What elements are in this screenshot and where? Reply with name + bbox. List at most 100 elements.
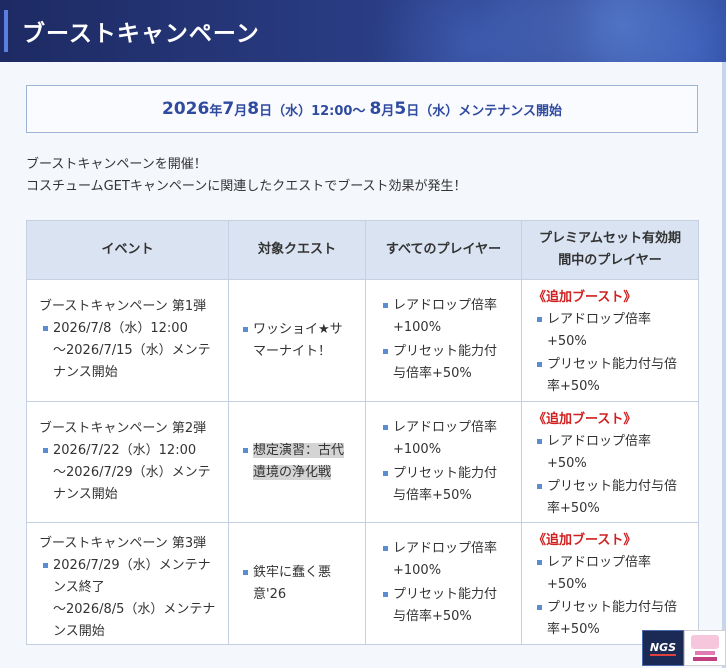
boost-item-line: レアドロップ倍率 <box>393 541 498 556</box>
quest-line: マーナイト！ <box>253 343 332 359</box>
header-accent-bar <box>4 10 8 52</box>
quest-line: ワッショイ★サ <box>253 321 343 337</box>
header-event: イベント <box>26 220 229 280</box>
boost-item: プリセット能力付 与倍率+50% <box>379 463 514 507</box>
header-premium-line: プレミアムセット有効期 <box>538 231 682 246</box>
all-players-cell: レアドロップ倍率 +100% プリセット能力付 与倍率+50% <box>365 401 522 523</box>
premium-cell: 《追加ブースト》 レアドロップ倍率 +50% プリセット能力付与倍 率+50% <box>521 279 699 402</box>
boost-item-line: 与倍率+50% <box>393 488 472 503</box>
content-area: 2026 年 7 月 8 日（水） 12:00～ 8 月 5 日（水） メンテナンス開始 ブーストキャ… <box>0 62 726 668</box>
ngs-logo: NGS <box>642 630 684 666</box>
header-decoration <box>306 0 726 62</box>
page-title: ブーストキャンペーン <box>22 21 260 47</box>
period-end-month-unit: 月 <box>381 103 395 119</box>
event-date-line: ナンス開始 <box>53 487 118 502</box>
boost-item-line: レアドロップ倍率 <box>547 312 652 327</box>
boost-item-line: +50% <box>547 577 587 592</box>
event-date-line: 2026/7/29（水）メンテナ <box>53 558 211 573</box>
event-date: 2026/7/8（水）12:00 ～2026/7/15（水）メンテ ナンス開始 <box>39 318 219 384</box>
period-month-unit: 月 <box>234 103 248 119</box>
boost-item-line: プリセット能力付与倍 <box>547 600 678 615</box>
event-date-line: ～2026/8/5（水）メンテナ <box>53 602 216 617</box>
period-end-weekday: （水） <box>419 103 459 119</box>
boost-item-line: 与倍率+50% <box>393 366 472 381</box>
period-start-weekday: （水） <box>272 103 312 119</box>
boost-item-line: +100% <box>393 563 442 578</box>
all-players-cell: レアドロップ倍率 +100% プリセット能力付 与倍率+50% <box>365 279 522 402</box>
boost-item: レアドロップ倍率 +50% <box>533 431 691 475</box>
description-line: ブーストキャンペーンを開催！ <box>26 157 207 172</box>
boost-item: プリセット能力付 与倍率+50% <box>379 584 514 628</box>
table-row: ブーストキャンペーン 第3弾 2026/7/29（水）メンテナ ンス終了 ～20… <box>26 522 699 645</box>
premium-cell: 《追加ブースト》 レアドロップ倍率 +50% プリセット能力付与倍 率+50% <box>521 401 699 523</box>
quest-line: 想定演習：古代 <box>253 440 357 462</box>
event-name: ブーストキャンペーン 第3弾 <box>39 536 207 551</box>
period-day-unit: 日 <box>259 103 273 119</box>
boost-item-line: +50% <box>547 334 587 349</box>
event-name: ブーストキャンペーン 第1弾 <box>39 299 207 314</box>
header-premium-line: 間中のプレイヤー <box>558 253 662 268</box>
event-cell: ブーストキャンペーン 第2弾 2026/7/22（水）12:00 ～2026/7… <box>26 401 229 523</box>
table-header-row: イベント 対象クエスト すべてのプレイヤー プレミアムセット有効期 間中のプレイ… <box>26 220 699 280</box>
boost-item: レアドロップ倍率 +100% <box>379 417 514 461</box>
event-cell: ブーストキャンペーン 第3弾 2026/7/29（水）メンテナ ンス終了 ～20… <box>26 522 229 645</box>
period-end-month: 8 <box>369 99 382 119</box>
boost-item: プリセット能力付与倍 率+50% <box>533 476 691 520</box>
header-premium: プレミアムセット有効期 間中のプレイヤー <box>521 220 699 280</box>
period-year-unit: 年 <box>209 103 223 119</box>
additional-boost-heading: 《追加ブースト》 <box>533 533 637 548</box>
event-date-line: ナンス開始 <box>53 365 118 380</box>
event-name: ブーストキャンペーン 第2弾 <box>39 421 207 436</box>
event-date-line: 2026/7/8（水）12:00 <box>53 321 188 336</box>
period-year: 2026 <box>162 99 210 119</box>
boost-item-line: レアドロップ倍率 <box>393 420 498 435</box>
event-date-line: ンス終了 <box>53 580 105 595</box>
boost-item-line: +100% <box>393 320 442 335</box>
boost-item-line: レアドロップ倍率 <box>393 298 498 313</box>
boost-item-line: +50% <box>547 456 587 471</box>
additional-boost-heading: 《追加ブースト》 <box>533 290 637 305</box>
period-start-time: 12:00～ <box>311 103 366 119</box>
table-row: ブーストキャンペーン 第2弾 2026/7/22（水）12:00 ～2026/7… <box>26 401 699 523</box>
quest-line: 鉄牢に蠢く悪 <box>253 564 332 580</box>
quest-cell: 想定演習：古代 遺境の浄化戦 <box>228 401 366 523</box>
event-date-line: ～2026/7/29（水）メンテ <box>53 465 211 480</box>
boost-item-line: 率+50% <box>547 379 600 394</box>
boost-item: レアドロップ倍率 +50% <box>533 552 691 596</box>
premium-cell: 《追加ブースト》 レアドロップ倍率 +50% プリセット能力付与倍 率+50% <box>521 522 699 645</box>
period-end-day-unit: 日 <box>406 103 420 119</box>
period-end-text: メンテナンス開始 <box>458 103 562 119</box>
event-date: 2026/7/29（水）メンテナ ンス終了 ～2026/8/5（水）メンテナ ン… <box>39 555 219 643</box>
boost-item-line: プリセット能力付与倍 <box>547 479 678 494</box>
boost-item-line: 与倍率+50% <box>393 609 472 624</box>
boost-table: イベント 対象クエスト すべてのプレイヤー プレミアムセット有効期 間中のプレイ… <box>26 220 699 645</box>
site-logo-icon <box>691 635 719 661</box>
period-start-month: 7 <box>222 99 235 119</box>
quest-line: 遺境の浄化戦 <box>253 462 357 484</box>
ngs-logo-text: NGS <box>649 640 677 656</box>
quest-cell: ワッショイ★サ マーナイト！ <box>228 279 366 402</box>
campaign-description: ブーストキャンペーンを開催！ コスチュームGETキャンペーンに関連したクエストで… <box>26 154 706 198</box>
quest-cell: 鉄牢に蠢く悪 意'26 <box>228 522 366 645</box>
page-header: ブーストキャンペーン <box>0 0 726 62</box>
boost-item: レアドロップ倍率 +50% <box>533 309 691 353</box>
quest-link[interactable]: 想定演習：古代 遺境の浄化戦 <box>239 440 357 484</box>
all-players-cell: レアドロップ倍率 +100% プリセット能力付 与倍率+50% <box>365 522 522 645</box>
boost-item-line: レアドロップ倍率 <box>547 555 652 570</box>
boost-item-line: プリセット能力付 <box>393 344 498 359</box>
site-logo <box>684 630 726 666</box>
event-cell: ブーストキャンペーン 第1弾 2026/7/8（水）12:00 ～2026/7/… <box>26 279 229 402</box>
header-all-players: すべてのプレイヤー <box>365 220 522 280</box>
boost-item-line: プリセット能力付 <box>393 587 498 602</box>
event-date-line: ～2026/7/15（水）メンテ <box>53 343 211 358</box>
boost-item: レアドロップ倍率 +100% <box>379 295 514 339</box>
quest-line-text: 想定演習：古代 <box>253 443 345 458</box>
quest-line: 意'26 <box>253 586 287 602</box>
period-end-day: 5 <box>394 99 407 119</box>
quest-link[interactable]: ワッショイ★サ マーナイト！ <box>239 319 357 363</box>
quest-link[interactable]: 鉄牢に蠢く悪 意'26 <box>239 562 357 606</box>
boost-item-line: プリセット能力付与倍 <box>547 357 678 372</box>
boost-item-line: プリセット能力付 <box>393 466 498 481</box>
quest-line-text: 遺境の浄化戦 <box>253 465 332 480</box>
additional-boost-heading: 《追加ブースト》 <box>533 412 637 427</box>
